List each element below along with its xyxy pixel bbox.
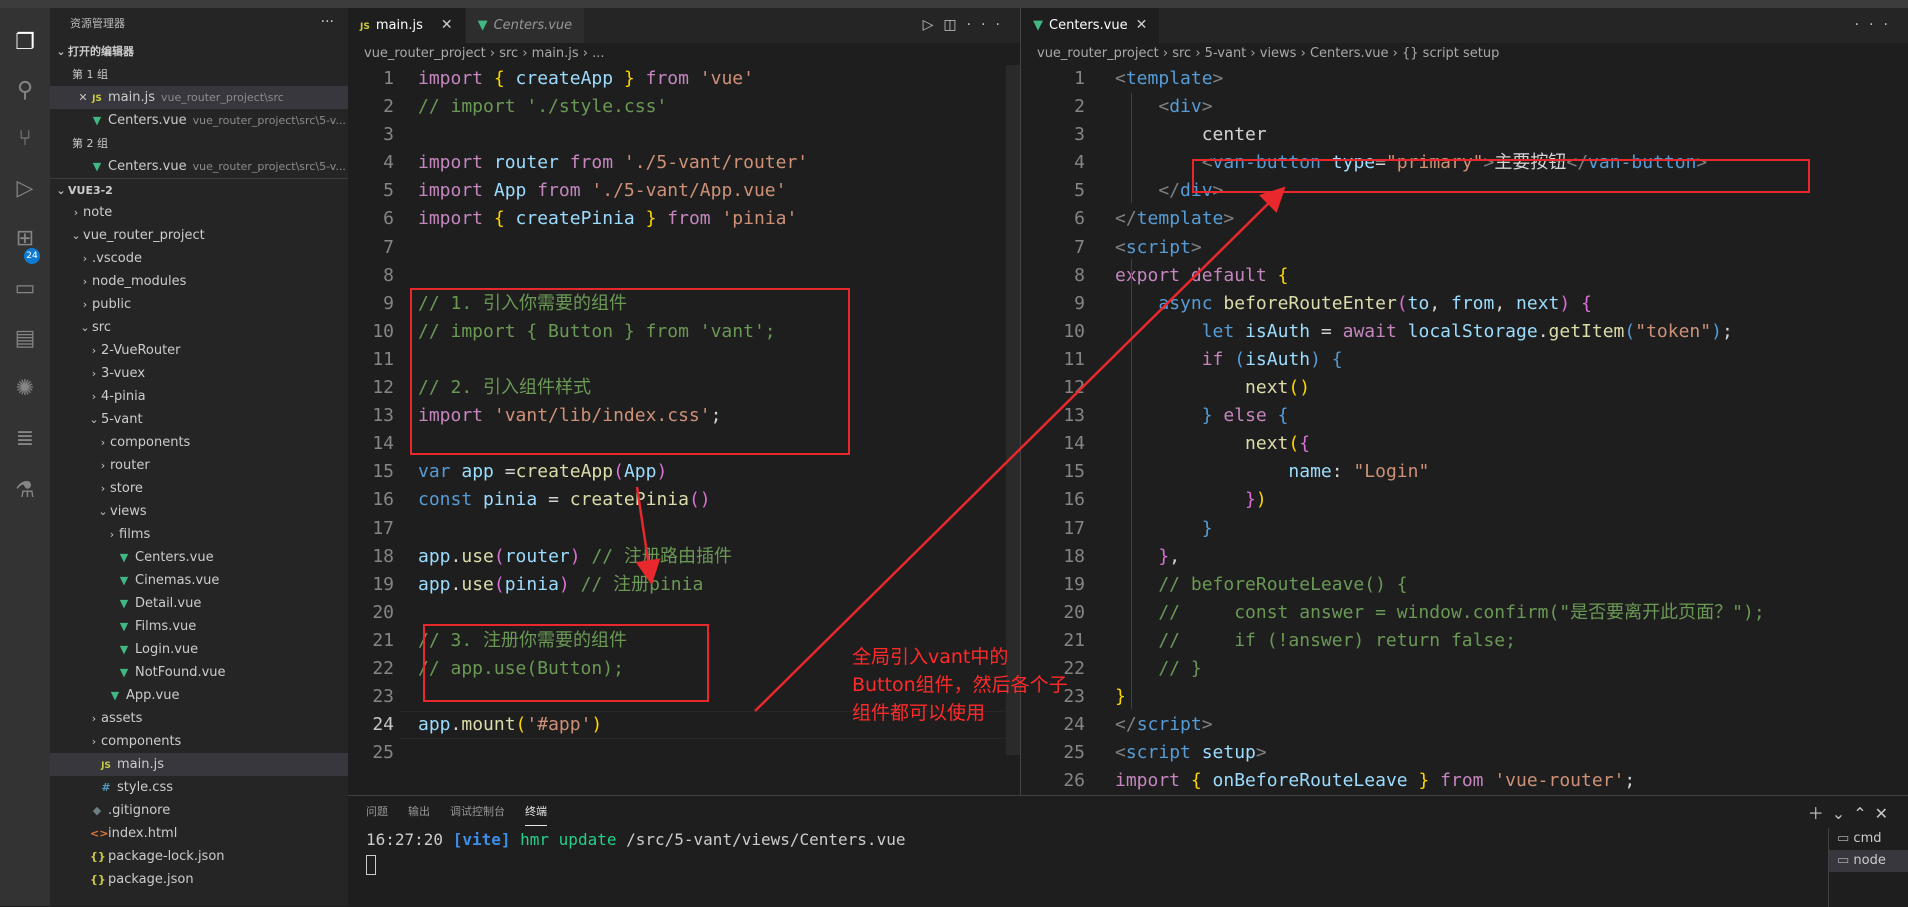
annotation-arrows — [635, 186, 1286, 712]
arrow-to-van-button — [754, 186, 1286, 712]
annotation-note: 全局引入vant中的Button组件，然后各个子组件都可以使用 — [852, 646, 1068, 724]
arrow-import-to-register — [635, 486, 661, 585]
